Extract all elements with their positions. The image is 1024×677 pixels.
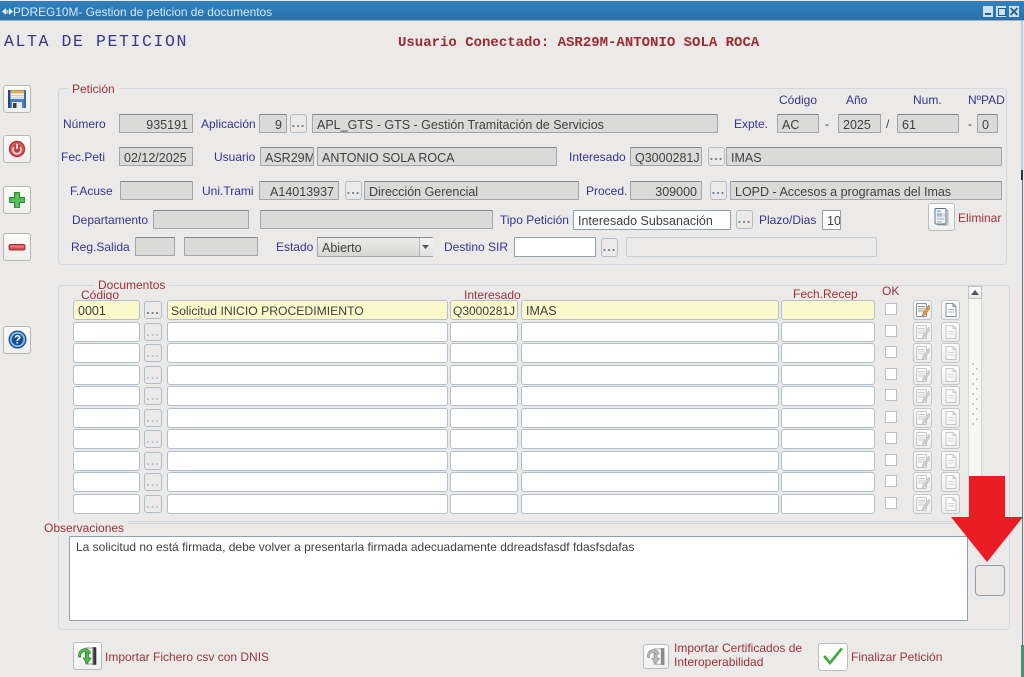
svg-text:?: ? bbox=[14, 335, 21, 347]
